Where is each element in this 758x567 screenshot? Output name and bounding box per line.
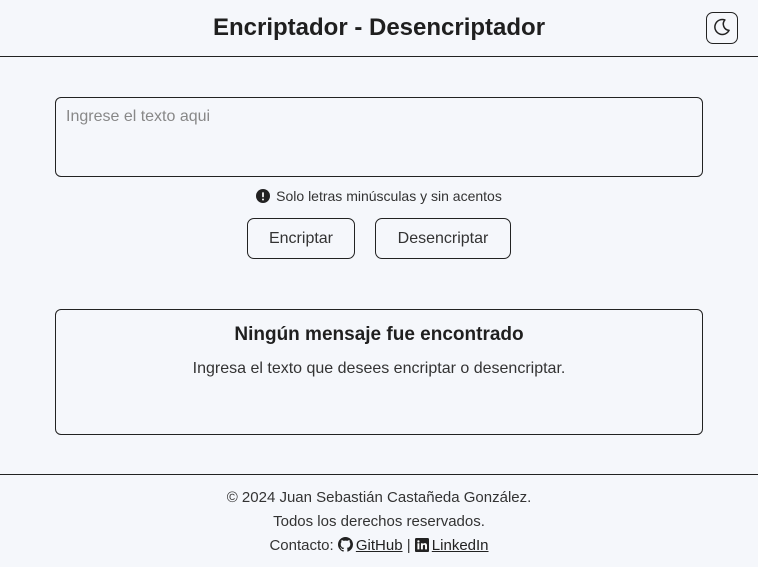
linkedin-icon [414, 536, 429, 560]
output-panel: Ningún mensaje fue encontrado Ingresa el… [55, 309, 703, 435]
contact-separator: | [406, 537, 411, 554]
github-link[interactable]: GitHub [356, 537, 403, 554]
text-input[interactable] [55, 97, 703, 177]
contact-line: Contacto: GitHub | LinkedIn [0, 534, 758, 560]
page-title: Encriptador - Desencriptador [212, 14, 546, 41]
output-message: Ingresa el texto que desees encriptar o … [192, 360, 566, 377]
exclamation-circle-icon [256, 189, 271, 203]
decrypt-button[interactable]: Desencriptar [375, 218, 511, 259]
page-header: Encriptador - Desencriptador [0, 0, 758, 57]
github-icon [337, 536, 353, 560]
hint-text: Solo letras minúsculas y sin acentos [276, 188, 502, 204]
contact-label: Contacto: [269, 537, 334, 554]
theme-toggle-button[interactable] [706, 12, 738, 44]
output-title: Ningún mensaje fue encontrado [234, 324, 524, 345]
moon-icon [712, 17, 732, 40]
linkedin-link[interactable]: LinkedIn [432, 537, 489, 554]
page-footer: © 2024 Juan Sebastián Castañeda González… [0, 474, 758, 567]
input-hint: Solo letras minúsculas y sin acentos [0, 188, 758, 204]
encrypt-button[interactable]: Encriptar [247, 218, 355, 259]
rights-text: Todos los derechos reservados. [273, 513, 485, 530]
copyright-text: © 2024 Juan Sebastián Castañeda González… [226, 489, 532, 506]
